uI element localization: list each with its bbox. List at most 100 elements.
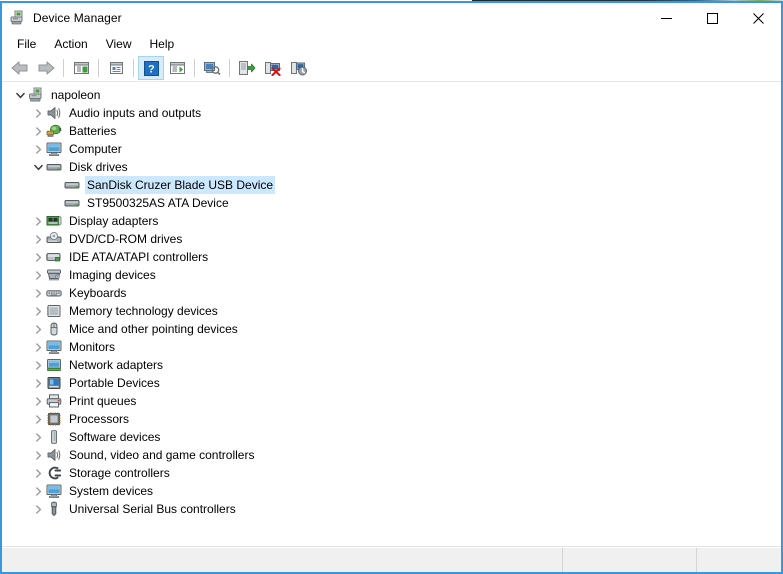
- tree-node[interactable]: DVD/CD-ROM drives: [2, 230, 781, 248]
- processor-icon: [46, 411, 62, 427]
- uninstall-device-button[interactable]: [260, 56, 286, 80]
- computer-root-icon: [28, 87, 44, 103]
- chevron-right-icon[interactable]: [30, 122, 46, 140]
- chevron-down-icon[interactable]: [30, 158, 46, 176]
- tree-node[interactable]: ST9500325AS ATA Device: [2, 194, 781, 212]
- back-button[interactable]: [7, 56, 33, 80]
- speaker-icon: [46, 105, 62, 121]
- uninstall-device-icon: [265, 62, 281, 76]
- tree-node-label: Print queues: [69, 394, 137, 408]
- tree-node-label: Batteries: [69, 124, 117, 138]
- status-cell-message: [2, 548, 562, 572]
- tree-node[interactable]: Software devices: [2, 428, 781, 446]
- menu-bar: File Action View Help: [2, 33, 781, 55]
- chevron-right-icon[interactable]: [30, 374, 46, 392]
- help-button[interactable]: ?: [138, 56, 164, 80]
- disable-device-icon: [291, 62, 307, 76]
- console-tree-icon: [73, 62, 89, 74]
- chevron-down-icon[interactable]: [12, 86, 28, 104]
- tree-node-label: Mice and other pointing devices: [69, 322, 238, 336]
- portable-device-icon: [46, 375, 62, 391]
- monitor-icon: [46, 141, 62, 157]
- battery-icon: [46, 123, 62, 139]
- tree-node-label: Imaging devices: [69, 268, 156, 282]
- tree-node[interactable]: napoleon: [2, 86, 781, 104]
- chevron-right-icon[interactable]: [30, 248, 46, 266]
- tree-node[interactable]: Keyboards: [2, 284, 781, 302]
- tree-node-label: System devices: [69, 484, 154, 498]
- chevron-right-icon[interactable]: [30, 482, 46, 500]
- tree-node[interactable]: Mice and other pointing devices: [2, 320, 781, 338]
- toolbar: ?: [2, 55, 781, 82]
- tree-node-label: Portable Devices: [69, 376, 160, 390]
- tree-node[interactable]: Audio inputs and outputs: [2, 104, 781, 122]
- show-hide-action-pane-button[interactable]: [164, 56, 190, 80]
- tree-node[interactable]: Sound, video and game controllers: [2, 446, 781, 464]
- chevron-right-icon[interactable]: [30, 230, 46, 248]
- chevron-right-icon[interactable]: [30, 338, 46, 356]
- chevron-right-icon[interactable]: [30, 446, 46, 464]
- tree-node[interactable]: IDE ATA/ATAPI controllers: [2, 248, 781, 266]
- chevron-right-icon[interactable]: [30, 410, 46, 428]
- title-bar[interactable]: Device Manager: [2, 3, 781, 33]
- toolbar-separator: [194, 59, 195, 77]
- tree-node[interactable]: SanDisk Cruzer Blade USB Device: [2, 176, 781, 194]
- chevron-right-icon[interactable]: [30, 266, 46, 284]
- chevron-right-icon[interactable]: [30, 140, 46, 158]
- chevron-right-icon[interactable]: [30, 284, 46, 302]
- monitor-icon: [46, 483, 62, 499]
- tree-node-label: DVD/CD-ROM drives: [69, 232, 183, 246]
- tree-node[interactable]: Storage controllers: [2, 464, 781, 482]
- tree-node-label: SanDisk Cruzer Blade USB Device: [85, 176, 276, 194]
- update-driver-button[interactable]: [234, 56, 260, 80]
- minimize-button[interactable]: [643, 3, 689, 33]
- forward-arrow-icon: [38, 61, 55, 75]
- tree-node[interactable]: Batteries: [2, 122, 781, 140]
- tree-node-label: Keyboards: [69, 286, 127, 300]
- tree-node[interactable]: Imaging devices: [2, 266, 781, 284]
- chevron-right-icon[interactable]: [30, 356, 46, 374]
- tree-node[interactable]: Processors: [2, 410, 781, 428]
- window-title: Device Manager: [33, 11, 122, 25]
- chevron-right-icon[interactable]: [30, 392, 46, 410]
- tree-node-label: Storage controllers: [69, 466, 170, 480]
- disable-device-button[interactable]: [286, 56, 312, 80]
- maximize-button[interactable]: [689, 3, 735, 33]
- menu-file[interactable]: File: [8, 34, 45, 54]
- chevron-right-icon[interactable]: [30, 302, 46, 320]
- chevron-right-icon[interactable]: [30, 464, 46, 482]
- tree-node[interactable]: Portable Devices: [2, 374, 781, 392]
- close-button[interactable]: [735, 3, 781, 33]
- chevron-right-icon[interactable]: [30, 500, 46, 518]
- tree-node-label: Disk drives: [69, 160, 128, 174]
- chevron-right-icon[interactable]: [30, 104, 46, 122]
- action-pane-icon: [169, 62, 185, 74]
- tree-node-label: Universal Serial Bus controllers: [69, 502, 236, 516]
- tree-node-label: IDE ATA/ATAPI controllers: [69, 250, 209, 264]
- chevron-right-icon[interactable]: [30, 320, 46, 338]
- forward-button[interactable]: [33, 56, 59, 80]
- tree-node[interactable]: Monitors: [2, 338, 781, 356]
- tree-node[interactable]: Disk drives: [2, 158, 781, 176]
- back-arrow-icon: [11, 61, 28, 75]
- tree-node[interactable]: Network adapters: [2, 356, 781, 374]
- device-tree[interactable]: napoleon Audio inputs and outputs Batterie…: [2, 82, 781, 547]
- tree-node[interactable]: Display adapters: [2, 212, 781, 230]
- menu-help[interactable]: Help: [141, 34, 184, 54]
- menu-action[interactable]: Action: [45, 34, 96, 54]
- tree-node[interactable]: Memory technology devices: [2, 302, 781, 320]
- show-hide-console-tree-button[interactable]: [68, 56, 94, 80]
- scan-for-hardware-changes-button[interactable]: [199, 56, 225, 80]
- chevron-right-icon[interactable]: [30, 212, 46, 230]
- tree-node[interactable]: Print queues: [2, 392, 781, 410]
- properties-button[interactable]: [103, 56, 129, 80]
- chevron-right-icon[interactable]: [30, 428, 46, 446]
- printer-icon: [46, 393, 62, 409]
- tree-node[interactable]: Universal Serial Bus controllers: [2, 500, 781, 518]
- mouse-icon: [46, 321, 62, 337]
- menu-view[interactable]: View: [97, 34, 141, 54]
- tree-node[interactable]: System devices: [2, 482, 781, 500]
- window-controls: [643, 3, 781, 33]
- tree-node[interactable]: Computer: [2, 140, 781, 158]
